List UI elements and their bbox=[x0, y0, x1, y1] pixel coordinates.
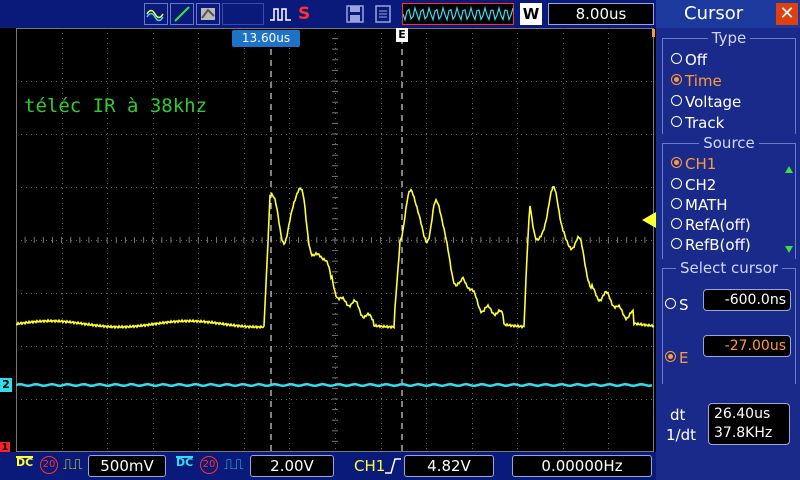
source-section: Source CH1 CH2 MATH RefA(off) RefB(off) bbox=[662, 134, 796, 259]
ch1-pulse-icon: ⎍⎍ bbox=[63, 457, 83, 473]
trigger-position-marker[interactable] bbox=[652, 29, 655, 37]
cursor-menu-panel: Cursor ✕ Type Off Time Voltage Track Sou… bbox=[656, 0, 800, 480]
ch1-coupling[interactable]: DC bbox=[16, 456, 34, 468]
cursor-s-value[interactable]: -600.0ns bbox=[703, 289, 791, 311]
top-toolbar: S W 8.00us bbox=[0, 0, 656, 28]
trigger-source[interactable]: CH1 bbox=[354, 457, 385, 475]
ch1-bw-limit[interactable]: 20 bbox=[40, 456, 58, 474]
radio-selected-icon bbox=[671, 157, 682, 168]
radio-icon bbox=[671, 53, 682, 64]
ch2-bw-limit[interactable]: 20 bbox=[200, 456, 218, 474]
radio-icon bbox=[665, 298, 676, 309]
scroll-down-icon[interactable] bbox=[785, 246, 793, 253]
inv-dt-label: 1/dt bbox=[666, 426, 696, 444]
ch1-scale[interactable]: 500mV bbox=[88, 455, 166, 477]
memory-waveform-icon bbox=[402, 5, 514, 22]
radio-selected-icon bbox=[665, 351, 676, 362]
persist-icon[interactable] bbox=[196, 3, 220, 25]
type-section: Type Off Time Voltage Track bbox=[662, 29, 796, 134]
frequency-counter: 0.00000Hz bbox=[512, 455, 652, 477]
ch2-coupling[interactable]: DC bbox=[176, 456, 194, 468]
select-cursor-e[interactable]: E bbox=[665, 349, 688, 367]
panel-title: Cursor bbox=[684, 3, 744, 24]
source-option-ch1[interactable]: CH1 bbox=[671, 155, 716, 173]
w-button[interactable]: W bbox=[520, 3, 542, 25]
trigger-level[interactable]: 4.82V bbox=[404, 455, 494, 477]
stop-indicator[interactable]: S bbox=[298, 3, 316, 25]
trigger-edge-icon bbox=[384, 456, 402, 480]
select-cursor-section: Select cursor S -600.0ns E -27.00us bbox=[662, 259, 796, 384]
file-icon[interactable] bbox=[372, 3, 394, 25]
blank-slot bbox=[222, 3, 264, 25]
close-icon[interactable]: ✕ bbox=[776, 3, 798, 25]
type-option-off[interactable]: Off bbox=[671, 51, 707, 69]
ch2-pulse-icon: ⎍⎍ bbox=[224, 457, 244, 473]
radio-icon bbox=[671, 116, 682, 127]
source-option-math[interactable]: MATH bbox=[671, 196, 727, 214]
ch2-scale[interactable]: 2.00V bbox=[250, 455, 334, 477]
radio-icon bbox=[671, 238, 682, 249]
source-option-ch2[interactable]: CH2 bbox=[671, 176, 716, 194]
source-section-title: Source bbox=[699, 134, 759, 152]
ch2-trace bbox=[16, 382, 653, 388]
dt-label: dt bbox=[670, 406, 686, 424]
select-cursor-s[interactable]: S bbox=[665, 296, 689, 314]
source-option-refb[interactable]: RefB(off) bbox=[671, 236, 751, 254]
source-option-refa[interactable]: RefA(off) bbox=[671, 216, 751, 234]
waveform-display[interactable] bbox=[16, 28, 654, 452]
type-option-track[interactable]: Track bbox=[671, 114, 724, 132]
waveform-mode-icon[interactable] bbox=[144, 3, 168, 25]
radio-icon bbox=[671, 95, 682, 106]
radio-icon bbox=[671, 218, 682, 229]
status-bar: DC 20 ⎍⎍ 500mV DC 20 ⎍⎍ 2.00V CH1 4.82V … bbox=[0, 452, 656, 480]
radio-icon bbox=[671, 178, 682, 189]
dt-value: 26.40us bbox=[714, 406, 771, 422]
type-option-time[interactable]: Time bbox=[671, 72, 722, 90]
panel-title-bar: Cursor ✕ bbox=[656, 0, 800, 28]
screen-annotation: téléc IR à 38khz bbox=[24, 95, 208, 117]
trigger-mode-icon[interactable] bbox=[268, 3, 294, 25]
radio-selected-icon bbox=[671, 74, 682, 85]
trigger-level-marker[interactable] bbox=[642, 212, 656, 228]
type-section-title: Type bbox=[707, 29, 751, 47]
select-cursor-title: Select cursor bbox=[675, 259, 783, 277]
ch2-ground-marker[interactable]: 2 bbox=[0, 378, 12, 392]
cursor-s-position-label: 13.60us bbox=[232, 30, 300, 47]
timebase-readout: 8.00us bbox=[548, 3, 654, 25]
inv-dt-value: 37.8KHz bbox=[714, 425, 773, 441]
cursor-e-marker[interactable]: E bbox=[396, 28, 408, 42]
type-option-voltage[interactable]: Voltage bbox=[671, 93, 741, 111]
cursor-e-value[interactable]: -27.00us bbox=[703, 335, 791, 357]
scroll-up-icon[interactable] bbox=[785, 166, 793, 173]
memory-depth-indicator[interactable] bbox=[402, 3, 514, 25]
save-icon[interactable] bbox=[344, 3, 366, 25]
radio-icon bbox=[671, 198, 682, 209]
vectors-icon[interactable] bbox=[170, 3, 194, 25]
